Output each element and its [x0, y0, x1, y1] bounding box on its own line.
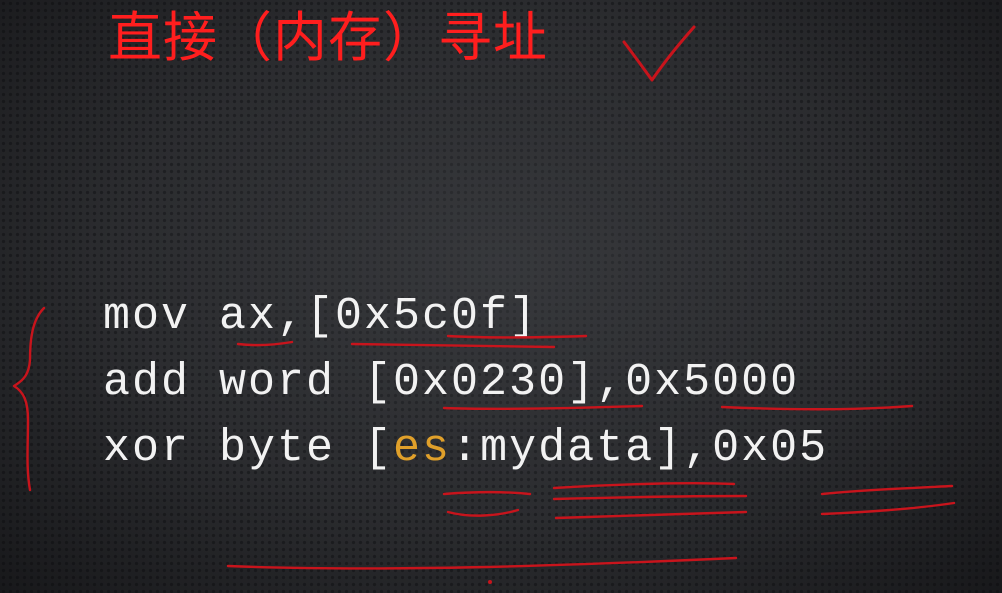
left-brace-annotation: [12, 306, 46, 492]
underline-immediate-05-1: [820, 484, 954, 496]
code-text: xor byte [: [103, 423, 394, 474]
slide-title: 直接（内存）寻址: [108, 6, 548, 69]
code-line-2: add word [0x0230],0x5000: [103, 350, 828, 416]
underline-bottom: [226, 556, 738, 570]
code-text: add word [0x0230],0x5000: [103, 357, 800, 408]
code-text: mov ax,[0x5c0f]: [103, 291, 539, 342]
segment-register: es: [393, 423, 452, 474]
underline-es-2: [446, 508, 520, 517]
checkmark-icon: [622, 25, 696, 82]
code-block: mov ax,[0x5c0f] add word [0x0230],0x5000 x…: [103, 284, 828, 482]
code-text: :mydata],0x05: [451, 423, 829, 474]
underline-mydata-2: [552, 494, 748, 501]
underline-mydata-3: [554, 510, 748, 520]
code-line-3: xor byte [es:mydata],0x05: [103, 416, 828, 482]
underline-immediate-05-2: [820, 501, 956, 516]
underline-es-1: [442, 490, 532, 496]
ink-dot: [488, 580, 492, 584]
code-line-1: mov ax,[0x5c0f]: [103, 284, 828, 350]
underline-mydata-1: [552, 482, 736, 490]
